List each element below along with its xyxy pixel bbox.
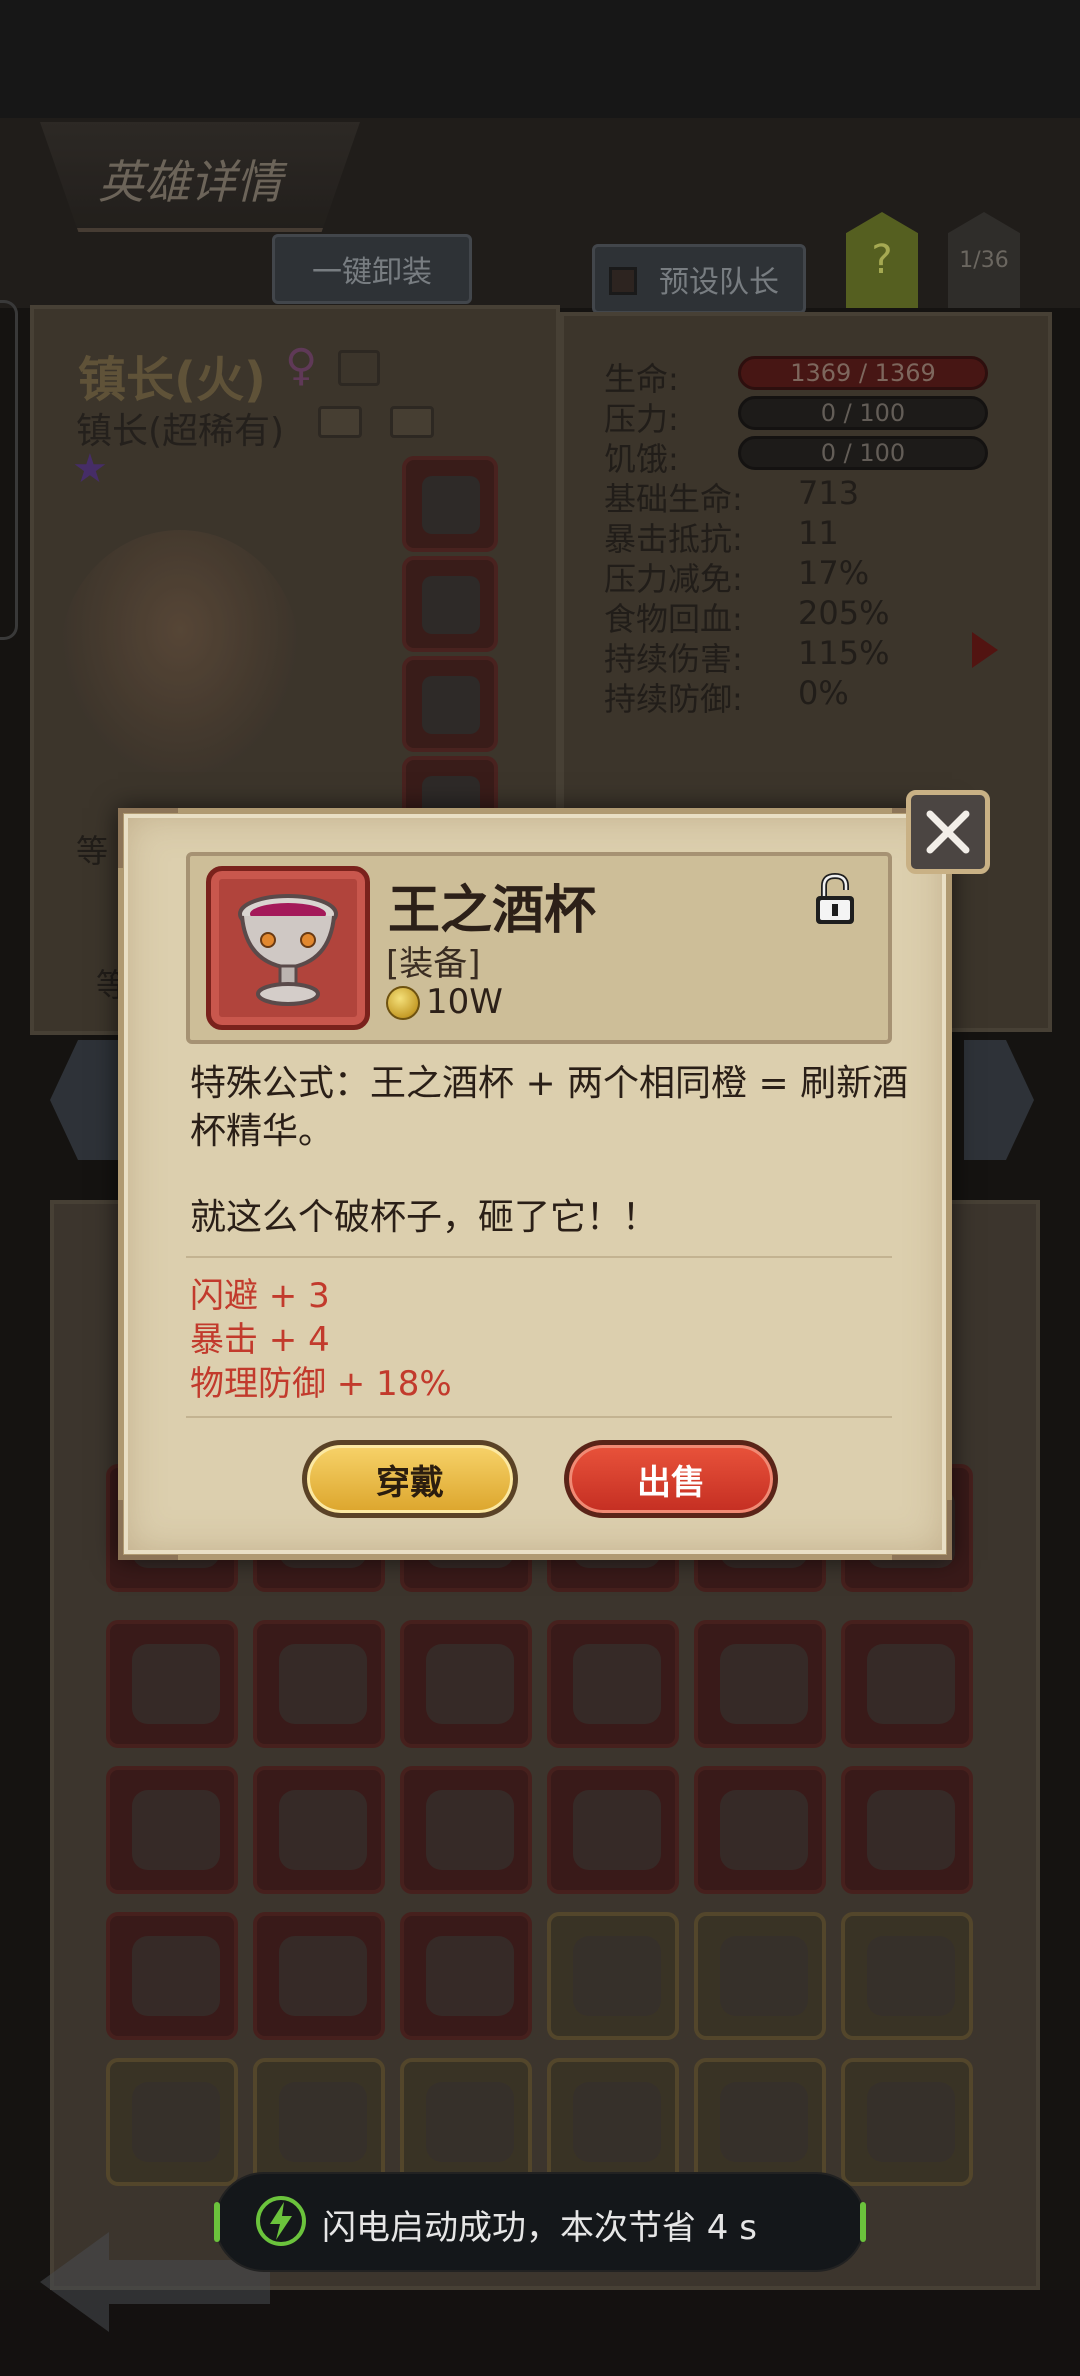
wear-button[interactable]: 穿戴	[302, 1440, 518, 1518]
dialog-corner-ornament	[118, 808, 178, 868]
toast-accent	[214, 2202, 220, 2242]
toast-accent	[860, 2202, 866, 2242]
item-price: 10W	[426, 982, 503, 1022]
dialog-corner-ornament	[892, 1500, 952, 1560]
close-swords-icon	[926, 810, 970, 854]
lock-icon[interactable]	[812, 872, 858, 928]
bonus-dodge: 闪避 + 3	[190, 1276, 330, 1316]
close-button[interactable]	[906, 790, 990, 874]
goblet-icon	[238, 894, 338, 1006]
item-type: [装备]	[386, 944, 481, 984]
coin-icon	[386, 986, 420, 1020]
bonus-crit: 暴击 + 4	[190, 1320, 330, 1360]
dialog-corner-ornament	[118, 1500, 178, 1560]
item-name: 王之酒杯	[388, 881, 597, 941]
toast-message: 闪电启动成功，本次节省 4 s	[322, 2208, 757, 2248]
item-formula-text: 特殊公式：王之酒杯 + 两个相同橙 = 刷新酒杯精华。	[190, 1063, 909, 1152]
divider	[186, 1416, 892, 1418]
divider	[186, 1256, 892, 1258]
item-icon-frame	[206, 866, 370, 1030]
item-flavor-text: 就这么个破杯子，砸了它！！	[190, 1197, 659, 1238]
bonus-physical-defense: 物理防御 + 18%	[190, 1364, 452, 1404]
lightning-icon	[256, 2196, 306, 2246]
sell-button[interactable]: 出售	[564, 1440, 778, 1518]
